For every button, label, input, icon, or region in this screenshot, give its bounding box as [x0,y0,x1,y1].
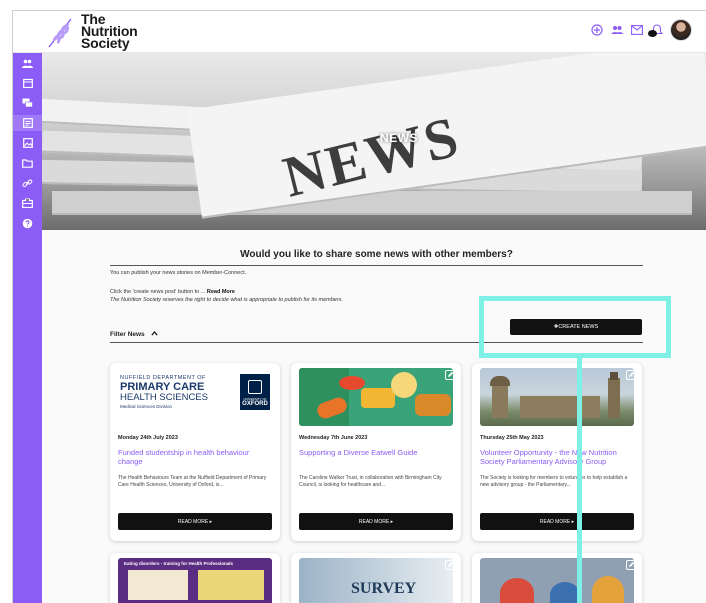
card-title[interactable]: Volunteer Opportunity - the New Nutritio… [480,448,634,466]
card-title[interactable]: Supporting a Diverse Eatwell Guide [299,448,453,457]
image-text: SURVEY [351,580,417,597]
read-more-button[interactable]: READ MORE ▸ [118,513,272,530]
members-icon[interactable] [13,55,42,71]
top-icons [590,19,692,41]
top-bar: The Nutrition Society [13,11,706,53]
image-text: Eating disorders - training for Health P… [124,561,234,566]
card-image: NUFFIELD DEPARTMENT OF PRIMARY CARE HEAL… [118,368,272,426]
card-image: SURVEY [299,558,453,603]
card-image: Eating disorders - training for Health P… [118,558,272,603]
news-card[interactable] [472,553,642,603]
image-icon[interactable] [13,135,42,151]
image-text: HEALTH SCIENCES [120,392,208,403]
oxford-crest-icon: UNIVERSITY OF OXFORD [240,374,270,410]
edit-icon[interactable] [445,367,455,380]
brand-name: The Nutrition Society [81,12,138,51]
link-icon[interactable] [13,175,42,191]
read-more-button[interactable]: READ MORE ▸ [299,513,453,530]
news-card[interactable]: Wednesday 7th June 2023 Supporting a Div… [291,363,461,541]
news-card[interactable]: Thursday 25th May 2023 Volunteer Opportu… [472,363,642,541]
page-title: NEWS [380,131,418,145]
calendar-icon[interactable] [13,75,42,91]
brand-logo[interactable]: The Nutrition Society [45,12,138,51]
share-disclaimer: The Nutrition Society reserves the right… [110,297,343,303]
highlight-line [577,358,582,603]
briefcase-icon[interactable] [13,195,42,211]
share-intro: You can publish your news stories on Mem… [110,270,247,276]
edit-icon[interactable] [626,367,636,380]
edit-icon[interactable] [445,557,455,570]
share-instructions-text: Click the 'create news post' button to .… [110,289,207,295]
avatar[interactable] [670,19,692,41]
share-heading: Would you like to share some news with o… [110,249,643,266]
image-text: Medical Sciences Division [120,404,173,409]
card-excerpt: The Health Behaviours Team at the Nuffie… [118,475,267,488]
chat-icon[interactable] [13,95,42,111]
notification-badge-icon [648,30,657,37]
card-excerpt: The Caroline Walker Trust, in collaborat… [299,475,442,488]
card-title[interactable]: Funded studentship in health behaviour c… [118,448,272,466]
wheat-logo-icon [45,13,77,49]
card-excerpt: The Society is looking for members to vo… [480,475,628,488]
share-disclaimer-text: The Nutrition Society reserves the right… [110,297,343,303]
people-icon[interactable] [610,23,624,37]
card-image [480,558,634,603]
filter-label: Filter News [110,331,145,338]
chevron-up-icon [150,330,158,338]
card-date: Monday 24th July 2023 [118,435,178,441]
edit-icon[interactable] [626,557,636,570]
hero-banner: NEWS NEWS [42,53,706,230]
add-circle-icon[interactable] [590,23,604,37]
card-date: Thursday 25th May 2023 [480,435,544,441]
news-icon[interactable] [13,115,42,131]
filter-news-toggle[interactable]: Filter News [110,330,158,338]
card-date: Wednesday 7th June 2023 [299,435,368,441]
read-more-link[interactable]: Read More [207,289,235,295]
bell-icon[interactable] [648,23,664,37]
oxford-badge: OXFORD [242,401,268,407]
card-image [480,368,634,426]
news-card[interactable]: Eating disorders - training for Health P… [110,553,280,603]
brand-line-3: Society [81,35,130,51]
news-card[interactable]: SURVEY [291,553,461,603]
highlight-box [479,296,671,358]
share-instructions: Click the 'create news post' button to .… [110,289,235,295]
card-image [299,368,453,426]
folder-icon[interactable] [13,155,42,171]
read-more-button[interactable]: READ MORE ▸ [480,513,634,530]
sidebar [13,53,42,603]
mail-icon[interactable] [630,23,644,37]
help-icon[interactable] [13,215,42,231]
news-card[interactable]: NUFFIELD DEPARTMENT OF PRIMARY CARE HEAL… [110,363,280,541]
